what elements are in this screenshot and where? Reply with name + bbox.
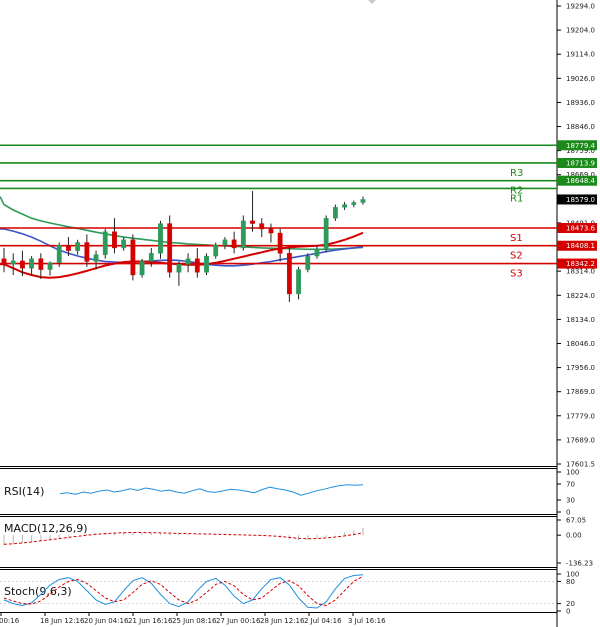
candle-body [360, 199, 366, 203]
candle-body [29, 258, 35, 269]
candle-body [204, 255, 209, 273]
price-tick-label: 17956.0 [566, 364, 595, 372]
candle-body [84, 242, 90, 262]
candle-body [38, 258, 44, 270]
price-badge-label: 18648.4 [566, 177, 595, 185]
price-tick-label: 17779.0 [566, 412, 595, 420]
candle-body [93, 254, 99, 262]
price-tick-label: 19204.0 [566, 27, 595, 35]
candle-body [130, 239, 136, 276]
candle-body [139, 261, 145, 276]
candle-body [56, 245, 62, 264]
time-tick-label: 3 Jul 16:16 [348, 617, 386, 625]
price-tick-label: 17689.0 [566, 436, 595, 444]
candle-body [305, 255, 311, 270]
candle-body [332, 207, 338, 219]
price-tick-label: 17869.0 [566, 388, 595, 396]
level-badges: 18779.4 18713.9 18648.4 18473.6 18408.1 18342… [557, 140, 597, 269]
candle-body [314, 249, 320, 257]
price-tick-label: 19294.0 [566, 3, 595, 11]
candle-body [240, 220, 246, 249]
price-tick-label: 18134.0 [566, 316, 595, 324]
time-tick-label: 25 Jun 08:16 [172, 617, 217, 625]
rsi-title: RSI(14) [4, 485, 44, 498]
candle-body [231, 239, 237, 249]
candle-body [250, 220, 255, 224]
macd-tick-label: -136.23 [566, 560, 593, 568]
rsi-tick-label: 100 [566, 469, 579, 477]
candle-body [10, 260, 16, 265]
candle-body [112, 231, 117, 249]
macd-tick-label: 0.00 [566, 532, 582, 540]
candle-body [213, 245, 219, 257]
macd-tick-label: 67.05 [566, 517, 586, 525]
price-tick-label: 18936.0 [566, 99, 595, 107]
chart-canvas: 19294.0 19204.0 19114.0 19026.0 18936.0 18846… [0, 0, 600, 627]
candle-body [121, 239, 127, 249]
time-tick-label: 20 Jun 04:16 [84, 617, 129, 625]
candle-body [323, 217, 329, 250]
rsi-tick-label: 70 [566, 481, 575, 489]
price-tick-label: 18846.0 [566, 123, 595, 131]
candle-body [66, 245, 71, 251]
level-name: S1 [510, 233, 523, 244]
candle-body [259, 223, 265, 230]
level-name: S2 [510, 251, 523, 262]
stoch-title: Stoch(9,6,3) [4, 585, 72, 598]
price-badge-label: 18713.9 [566, 159, 595, 167]
candle-body [1, 258, 7, 265]
candle-body [342, 204, 347, 208]
candle-body [20, 260, 25, 269]
rsi-tick-label: 0 [566, 509, 570, 517]
candle-body [75, 242, 81, 251]
candle-body [185, 258, 191, 265]
price-tick-label: 18046.0 [566, 340, 595, 348]
macd-title: MACD(12,26,9) [4, 522, 88, 535]
candle-body [194, 258, 200, 273]
level-name: R3 [510, 168, 523, 179]
candle-body [102, 231, 108, 255]
candle-body [296, 269, 301, 295]
candle-body [167, 223, 173, 273]
price-tick-label: 19114.0 [566, 51, 595, 59]
price-badge-label: 18473.6 [566, 225, 595, 233]
stoch-tick-label: 80 [566, 578, 575, 586]
price-tick-label: 17601.5 [566, 461, 595, 469]
rsi-tick-label: 30 [566, 497, 575, 505]
price-tick-label: 18314.0 [566, 268, 595, 276]
candle-body [277, 232, 283, 254]
price-badge-label: 18579.0 [566, 196, 595, 204]
level-name: S3 [510, 269, 523, 280]
time-tick-label: 2 Jul 04:16 [304, 617, 342, 625]
candle-body [47, 262, 53, 270]
price-badge-label: 18779.4 [566, 142, 595, 150]
time-tick-label: 21 Jun 16:16 [128, 617, 173, 625]
price-badge-label: 18408.1 [566, 242, 595, 250]
time-tick-label: 27 Jun 00:16 [216, 617, 261, 625]
price-badge-label: 18342.2 [566, 260, 595, 268]
time-tick-label: 18 Jun 12:16 [40, 617, 85, 625]
candle-body [176, 263, 182, 273]
time-tick-label: 28 Jun 12:16 [260, 617, 305, 625]
candle-body [286, 253, 292, 295]
candle-body [158, 223, 163, 254]
level-name: R1 [510, 193, 523, 204]
candle-body [148, 253, 154, 262]
candle-body [268, 228, 274, 234]
chart-background [0, 0, 600, 627]
price-tick-label: 18224.0 [566, 292, 595, 300]
candle-body [222, 239, 228, 246]
candle-body [351, 202, 357, 205]
price-tick-label: 19026.0 [566, 75, 595, 83]
stoch-tick-label: 0 [566, 608, 570, 616]
time-tick-label: 00:16 [0, 617, 20, 625]
